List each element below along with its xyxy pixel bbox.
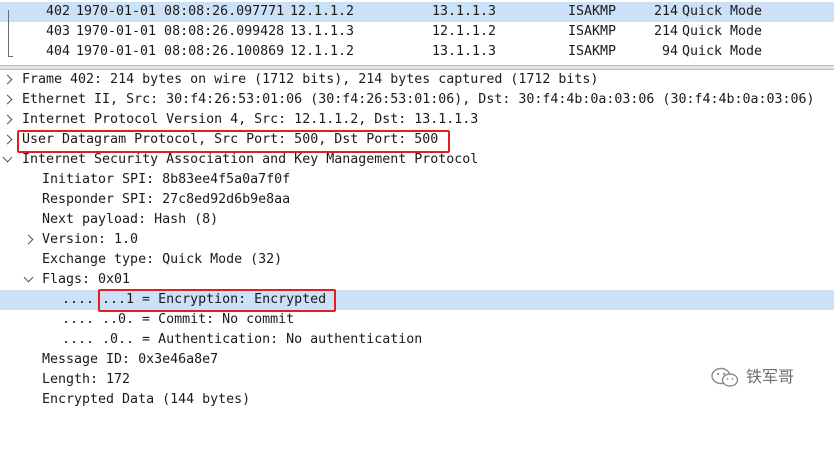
chevron-right-icon[interactable] [2, 134, 13, 145]
tree-item-responder-spi[interactable]: Responder SPI: 27c8ed92d6b9e8aa [0, 190, 834, 210]
packet-destination: 13.1.1.3 [432, 44, 497, 59]
tree-item-frame[interactable]: Frame 402: 214 bytes on wire (1712 bits)… [0, 70, 834, 90]
tree-item-version[interactable]: Version: 1.0 [0, 230, 834, 250]
related-packets-tick [8, 56, 13, 57]
packet-row-403[interactable]: 403 1970-01-01 08:08:26.099428 13.1.1.3 … [0, 22, 834, 42]
tree-item-flag-encryption[interactable]: .... ...1 = Encryption: Encrypted [0, 290, 834, 310]
tree-item-label: Frame 402: 214 bytes on wire (1712 bits)… [22, 72, 599, 87]
packet-info: Quick Mode [682, 44, 763, 59]
tree-item-encrypted-data[interactable]: Encrypted Data (144 bytes) [0, 390, 834, 410]
tree-item-label: Responder SPI: 27c8ed92d6b9e8aa [42, 192, 291, 207]
packet-length: 214 [653, 24, 678, 39]
tree-item-next-payload[interactable]: Next payload: Hash (8) [0, 210, 834, 230]
packet-destination: 13.1.1.3 [432, 4, 497, 19]
packet-row-404[interactable]: 404 1970-01-01 08:08:26.100869 12.1.1.2 … [0, 42, 834, 62]
tree-item-label: Version: 1.0 [42, 232, 139, 247]
tree-item-label: Internet Protocol Version 4, Src: 12.1.1… [22, 112, 479, 127]
packet-number: 404 [45, 44, 70, 59]
chevron-down-icon[interactable] [2, 152, 13, 163]
packet-number: 402 [45, 4, 70, 19]
packet-protocol: ISAKMP [568, 44, 617, 59]
tree-item-label: Encrypted Data (144 bytes) [42, 392, 251, 407]
watermark-text: 铁军哥 [746, 367, 795, 386]
chevron-down-icon[interactable] [23, 272, 34, 283]
tree-item-ip[interactable]: Internet Protocol Version 4, Src: 12.1.1… [0, 110, 834, 130]
packet-number: 403 [45, 24, 70, 39]
packet-destination: 12.1.1.2 [432, 24, 497, 39]
tree-item-isakmp[interactable]: Internet Security Association and Key Ma… [0, 150, 834, 170]
tree-item-label: .... ...1 = Encryption: Encrypted [62, 292, 327, 307]
chevron-right-icon[interactable] [2, 94, 13, 105]
chevron-right-icon[interactable] [2, 114, 13, 125]
packet-length: 214 [653, 4, 678, 19]
tree-item-exchange-type[interactable]: Exchange type: Quick Mode (32) [0, 250, 834, 270]
chevron-right-icon[interactable] [2, 74, 13, 85]
tree-item-label: User Datagram Protocol, Src Port: 500, D… [22, 132, 439, 147]
tree-item-label: Length: 172 [42, 372, 131, 387]
packet-source: 12.1.1.2 [290, 44, 355, 59]
tree-item-flag-authentication[interactable]: .... .0.. = Authentication: No authentic… [0, 330, 834, 350]
tree-item-label: Initiator SPI: 8b83ee4f5a0a7f0f [42, 172, 291, 187]
tree-item-label: Exchange type: Quick Mode (32) [42, 252, 283, 267]
packet-info: Quick Mode [682, 4, 763, 19]
tree-item-flags[interactable]: Flags: 0x01 [0, 270, 834, 290]
tree-item-flag-commit[interactable]: .... ..0. = Commit: No commit [0, 310, 834, 330]
tree-item-label: .... .0.. = Authentication: No authentic… [62, 332, 423, 347]
tree-item-udp[interactable]: User Datagram Protocol, Src Port: 500, D… [0, 130, 834, 150]
packet-time: 1970-01-01 08:08:26.099428 [76, 24, 285, 39]
chevron-right-icon[interactable] [23, 234, 34, 245]
tree-item-label: Internet Security Association and Key Ma… [22, 152, 479, 167]
packet-time: 1970-01-01 08:08:26.100869 [76, 44, 285, 59]
packet-info: Quick Mode [682, 24, 763, 39]
packet-time: 1970-01-01 08:08:26.097771 [76, 4, 285, 19]
tree-item-ethernet[interactable]: Ethernet II, Src: 30:f4:26:53:01:06 (30:… [0, 90, 834, 110]
tree-item-label: Message ID: 0x3e46a8e7 [42, 352, 219, 367]
wechat-icon [711, 367, 739, 387]
packet-length: 94 [661, 44, 678, 59]
packet-list: 402 1970-01-01 08:08:26.097771 12.1.1.2 … [0, 0, 834, 64]
tree-item-label: Ethernet II, Src: 30:f4:26:53:01:06 (30:… [22, 92, 815, 107]
packet-protocol: ISAKMP [568, 24, 617, 39]
tree-item-label: .... ..0. = Commit: No commit [62, 312, 295, 327]
packet-details-pane: Frame 402: 214 bytes on wire (1712 bits)… [0, 70, 834, 412]
packet-source: 13.1.1.3 [290, 24, 355, 39]
packet-row-402[interactable]: 402 1970-01-01 08:08:26.097771 12.1.1.2 … [0, 2, 834, 22]
related-packets-line [8, 10, 9, 57]
tree-item-label: Flags: 0x01 [42, 272, 131, 287]
tree-item-label: Next payload: Hash (8) [42, 212, 219, 227]
packet-protocol: ISAKMP [568, 4, 617, 19]
packet-source: 12.1.1.2 [290, 4, 355, 19]
tree-item-initiator-spi[interactable]: Initiator SPI: 8b83ee4f5a0a7f0f [0, 170, 834, 190]
